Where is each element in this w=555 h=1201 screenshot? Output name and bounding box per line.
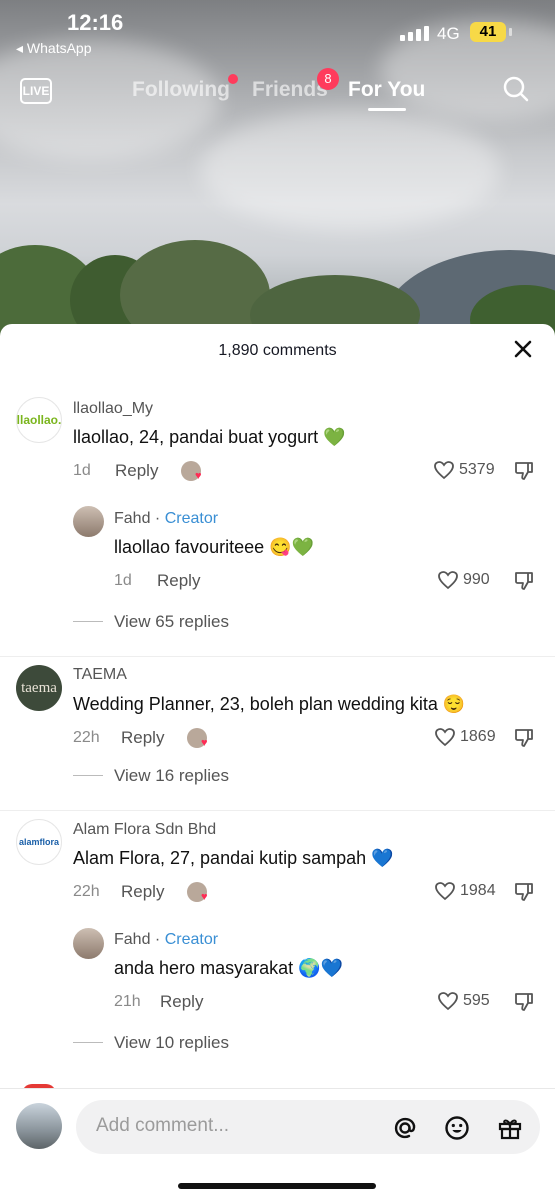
view-replies-line [73, 621, 103, 622]
dislike-icon[interactable] [514, 461, 534, 481]
live-button[interactable]: LIVE [20, 78, 52, 104]
alamflora-logo: alamflora [18, 837, 60, 847]
heart-outline-icon [435, 882, 455, 901]
creator-tag: Creator [164, 931, 219, 948]
reply-button[interactable]: Reply [115, 461, 158, 481]
comment-text: Wedding Planner, 23, boleh plan wedding … [73, 694, 466, 714]
reply-button[interactable]: Reply [157, 571, 200, 591]
at-icon[interactable] [392, 1115, 418, 1141]
tab-for-you[interactable]: For You [348, 78, 425, 102]
like-count: 990 [463, 571, 490, 588]
reply-username: Fahd · Creator [114, 931, 219, 948]
dislike-icon[interactable] [514, 882, 534, 902]
emoji-icon[interactable] [444, 1115, 470, 1141]
comment-divider [0, 656, 555, 657]
like-button[interactable]: 595 [437, 991, 490, 1011]
dislike-icon[interactable] [514, 728, 534, 748]
heart-outline-icon [434, 461, 454, 480]
like-button[interactable]: 1869 [434, 727, 496, 747]
reply-button[interactable]: Reply [160, 992, 203, 1012]
reply-username-text[interactable]: Fahd [114, 931, 150, 948]
comments-sheet: 1,890 comments llaollao. llaollao_My lla… [0, 324, 555, 1200]
gift-icon[interactable] [497, 1115, 523, 1141]
reply-button[interactable]: Reply [121, 882, 164, 902]
tab-following[interactable]: Following [132, 78, 230, 102]
reply-time: 21h [114, 993, 141, 1010]
top-nav: LIVE Following Friends 8 For You [0, 68, 555, 116]
avatar[interactable] [73, 506, 104, 537]
battery-icon: 41 [470, 22, 506, 42]
comment-text: Alam Flora, 27, pandai kutip sampah 💙 [73, 848, 394, 868]
comment-username[interactable]: Alam Flora Sdn Bhd [73, 821, 216, 839]
close-icon[interactable] [512, 338, 534, 360]
like-button[interactable]: 1984 [434, 881, 496, 901]
comment-text: llaollao, 24, pandai buat yogurt 💚 [73, 427, 346, 447]
friends-badge: 8 [317, 68, 339, 90]
avatar[interactable]: llaollao. [16, 397, 62, 443]
like-button[interactable]: 5379 [433, 460, 495, 480]
active-tab-indicator [368, 108, 406, 111]
heart-outline-icon [438, 992, 458, 1011]
reply-text: llaollao favouriteee 😋💚 [114, 537, 314, 557]
search-icon[interactable] [503, 76, 529, 102]
my-avatar [16, 1103, 62, 1149]
view-replies-button[interactable]: View 10 replies [114, 1033, 229, 1053]
like-count: 595 [463, 992, 490, 1009]
reply-time: 1d [114, 572, 132, 589]
view-replies-line [73, 775, 103, 776]
like-count: 1869 [460, 728, 496, 745]
comment-username[interactable]: TAEMA [73, 666, 127, 684]
heart-outline-icon [435, 728, 455, 747]
signal-icon [400, 26, 429, 41]
network-type: 4G [437, 24, 460, 43]
like-count: 5379 [459, 461, 495, 478]
heart-outline-icon [438, 571, 458, 590]
following-notification-dot [228, 74, 238, 84]
like-button[interactable]: 990 [437, 570, 490, 590]
avatar[interactable] [73, 928, 104, 959]
heart-icon: ♥ [201, 891, 208, 903]
comment-time: 1d [73, 462, 91, 479]
comment-username[interactable]: llaollao_My [73, 400, 153, 418]
comment-time: 22h [73, 729, 100, 746]
dislike-icon[interactable] [514, 992, 534, 1012]
home-indicator [178, 1183, 376, 1189]
view-replies-button[interactable]: View 16 replies [114, 766, 229, 786]
comment-input[interactable] [94, 1114, 378, 1138]
battery-cap [509, 28, 512, 36]
view-replies-line [73, 1042, 103, 1043]
view-replies-button[interactable]: View 65 replies [114, 612, 229, 632]
status-time: 12:16 [67, 10, 124, 35]
creator-tag: Creator [164, 510, 219, 527]
llaollao-logo: llaollao. [16, 413, 62, 427]
reply-username: Fahd · Creator [114, 510, 219, 527]
comment-input-box[interactable] [76, 1100, 540, 1154]
reply-username-text[interactable]: Fahd [114, 510, 150, 527]
reply-text: anda hero masyarakat 🌍💙 [114, 958, 343, 978]
comment-divider [0, 810, 555, 811]
like-count: 1984 [460, 882, 496, 899]
back-to-whatsapp-link[interactable]: ◂ WhatsApp [16, 40, 92, 57]
avatar[interactable]: alamflora [16, 819, 62, 865]
heart-icon: ♥ [195, 470, 202, 482]
dislike-icon[interactable] [514, 571, 534, 591]
comments-count-title: 1,890 comments [218, 342, 337, 359]
comment-time: 22h [73, 883, 100, 900]
status-bar: 12:16 ◂ WhatsApp 4G 41 [0, 0, 555, 60]
taema-logo: taema [21, 679, 57, 696]
heart-icon: ♥ [201, 737, 208, 749]
reply-button[interactable]: Reply [121, 728, 164, 748]
avatar[interactable]: taema [16, 665, 62, 711]
